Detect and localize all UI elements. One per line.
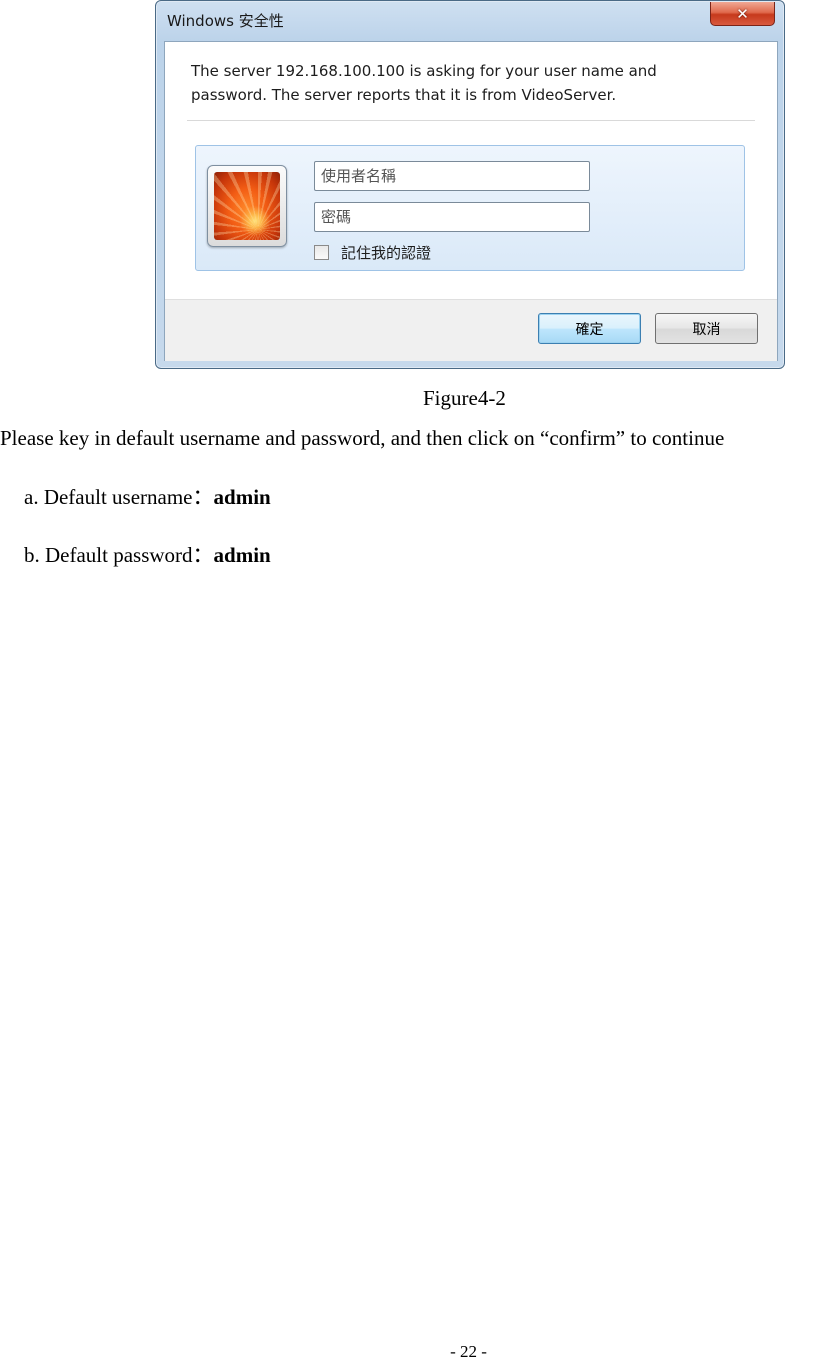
remember-checkbox[interactable] [314, 245, 329, 260]
password-item-value: admin [213, 543, 271, 567]
avatar-image [214, 172, 280, 240]
default-username-item: a. Default username：admin [24, 481, 271, 511]
close-button[interactable]: ✕ [710, 2, 775, 26]
dialog-footer: 確定 取消 [165, 299, 777, 361]
username-item-value: admin [213, 485, 271, 509]
ok-button[interactable]: 確定 [538, 313, 641, 344]
password-field[interactable] [314, 202, 590, 232]
dialog-body: The server 192.168.100.100 is asking for… [164, 41, 778, 361]
figure-caption: Figure4-2 [423, 386, 506, 410]
dialog-title: Windows 安全性 [167, 12, 284, 30]
close-icon: ✕ [736, 4, 749, 23]
title-bar: Windows 安全性 ✕ [156, 1, 784, 39]
page-number: - 22 - [450, 1342, 487, 1361]
login-dialog: Windows 安全性 ✕ The server 192.168.100.100… [155, 0, 785, 369]
user-tile-flower-icon [207, 165, 287, 247]
username-field[interactable] [314, 161, 590, 191]
password-item-label: b. Default password： [24, 543, 214, 567]
default-password-item: b. Default password：admin [24, 539, 271, 569]
credential-tile[interactable]: 記住我的認證 [195, 145, 745, 271]
divider [187, 120, 755, 121]
remember-credentials[interactable]: 記住我的認證 [314, 242, 431, 263]
username-item-label: a. Default username： [24, 485, 214, 509]
remember-label: 記住我的認證 [341, 244, 432, 262]
cancel-button[interactable]: 取消 [655, 313, 758, 344]
server-message: The server 192.168.100.100 is asking for… [191, 62, 657, 104]
instruction-text: Please key in default username and passw… [0, 426, 725, 450]
